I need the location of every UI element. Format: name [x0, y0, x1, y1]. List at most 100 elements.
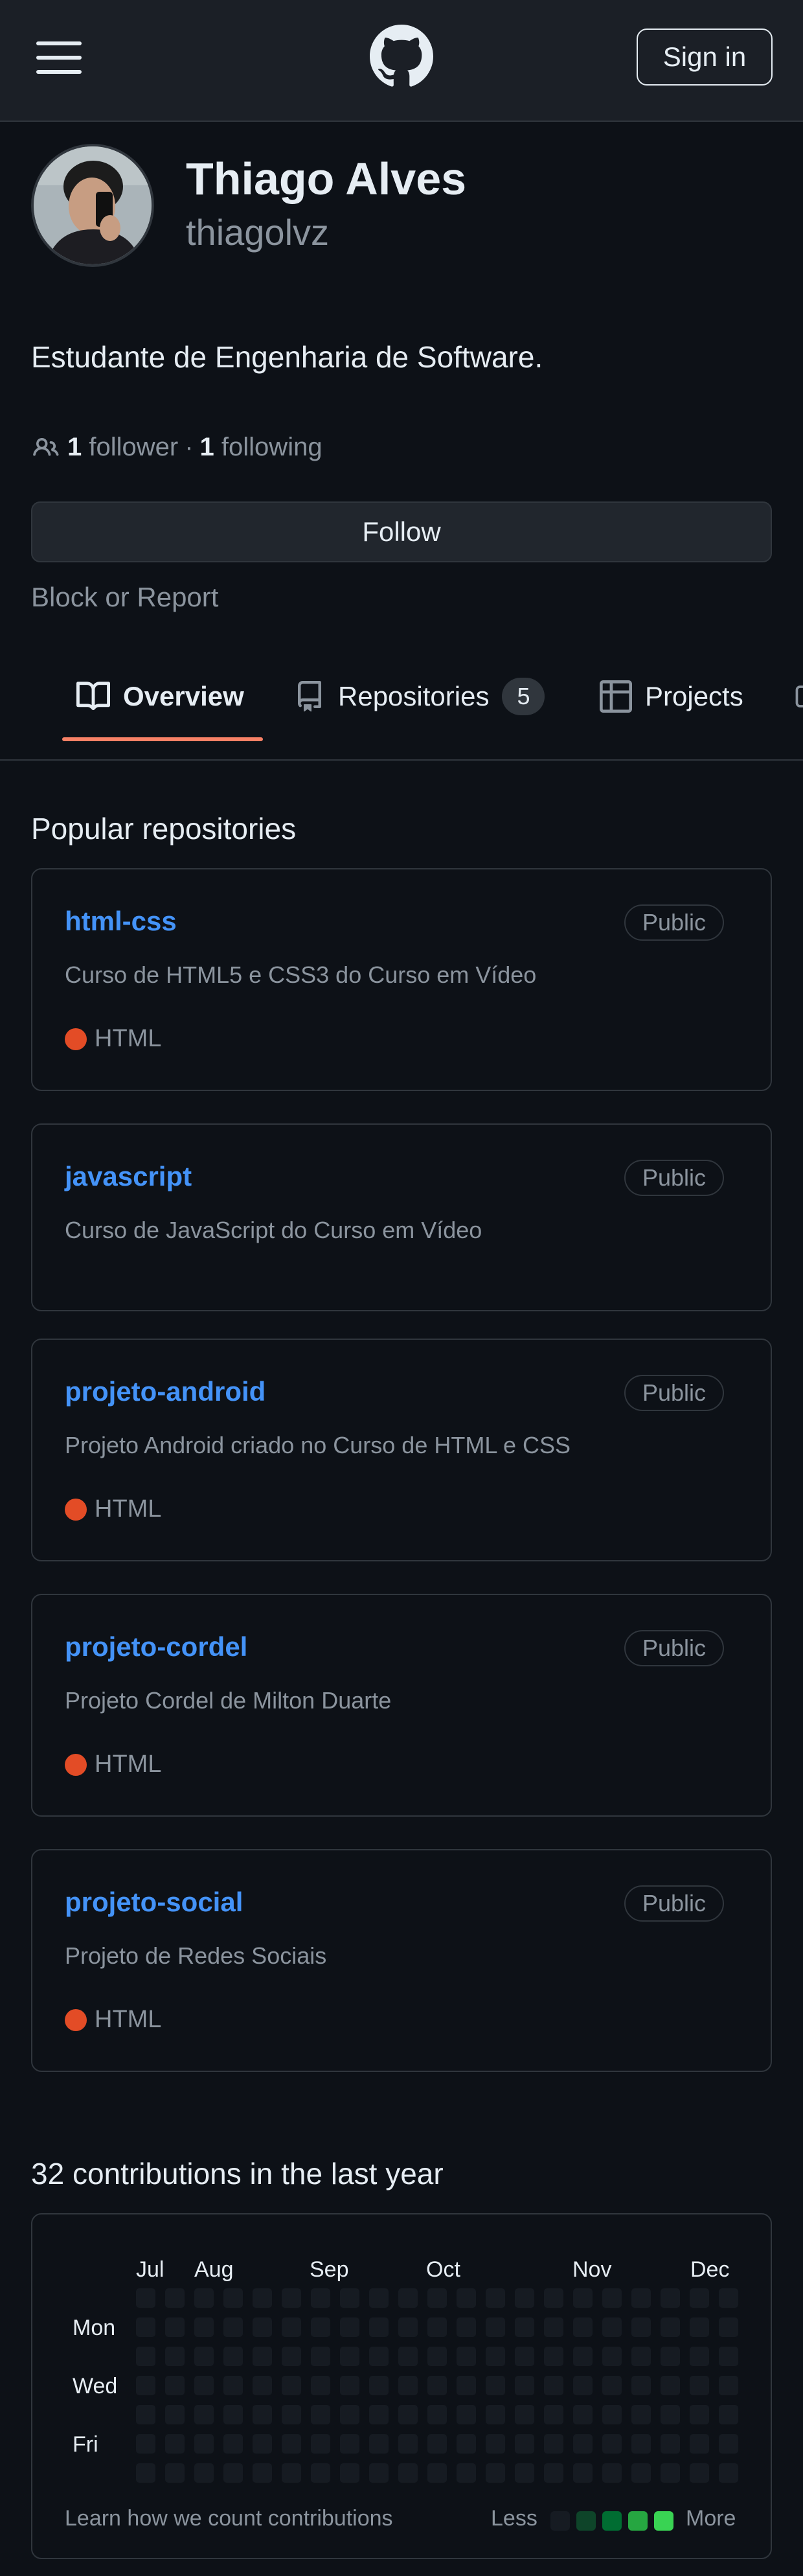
contribution-cell[interactable] [544, 2288, 563, 2308]
contribution-cell[interactable] [311, 2405, 330, 2424]
contribution-cell[interactable] [602, 2347, 622, 2366]
contribution-cell[interactable] [515, 2347, 534, 2366]
contribution-cell[interactable] [194, 2405, 214, 2424]
contribution-cell[interactable] [457, 2405, 476, 2424]
contribution-cell[interactable] [427, 2288, 447, 2308]
followers-link[interactable]: 1 follower [67, 433, 178, 462]
contribution-cell[interactable] [369, 2434, 389, 2454]
contribution-cell[interactable] [282, 2376, 301, 2395]
contribution-cell[interactable] [690, 2347, 709, 2366]
contribution-cell[interactable] [486, 2288, 505, 2308]
contribution-cell[interactable] [486, 2317, 505, 2337]
contribution-cell[interactable] [457, 2288, 476, 2308]
contribution-cell[interactable] [311, 2434, 330, 2454]
contribution-cell[interactable] [544, 2434, 563, 2454]
contribution-cell[interactable] [194, 2347, 214, 2366]
contribution-cell[interactable] [544, 2405, 563, 2424]
contribution-cell[interactable] [136, 2463, 155, 2483]
contribution-cell[interactable] [486, 2434, 505, 2454]
contribution-cell[interactable] [573, 2463, 593, 2483]
contribution-cell[interactable] [515, 2405, 534, 2424]
contribution-cell[interactable] [427, 2463, 447, 2483]
contribution-cell[interactable] [369, 2405, 389, 2424]
contribution-cell[interactable] [398, 2288, 418, 2308]
contribution-cell[interactable] [194, 2288, 214, 2308]
contribution-cell[interactable] [194, 2434, 214, 2454]
contribution-cell[interactable] [369, 2463, 389, 2483]
contribution-cell[interactable] [136, 2405, 155, 2424]
contribution-cell[interactable] [544, 2376, 563, 2395]
contribution-cell[interactable] [253, 2434, 272, 2454]
contribution-cell[interactable] [194, 2317, 214, 2337]
block-or-report-link[interactable]: Block or Report [31, 582, 218, 613]
contribution-cell[interactable] [253, 2463, 272, 2483]
contribution-cell[interactable] [719, 2347, 738, 2366]
contribution-cell[interactable] [544, 2347, 563, 2366]
contribution-cell[interactable] [340, 2405, 359, 2424]
contribution-cell[interactable] [515, 2434, 534, 2454]
contribution-cell[interactable] [631, 2405, 651, 2424]
contribution-cell[interactable] [282, 2434, 301, 2454]
repo-link[interactable]: projeto-cordel [65, 1631, 247, 1662]
github-logo-icon[interactable] [370, 25, 433, 88]
tab-more[interactable] [795, 674, 803, 719]
contribution-cell[interactable] [486, 2376, 505, 2395]
contribution-cell[interactable] [165, 2347, 185, 2366]
contribution-cell[interactable] [194, 2376, 214, 2395]
contribution-cell[interactable] [194, 2463, 214, 2483]
contribution-cell[interactable] [515, 2288, 534, 2308]
contribution-cell[interactable] [486, 2347, 505, 2366]
contribution-cell[interactable] [602, 2317, 622, 2337]
avatar[interactable] [31, 144, 154, 267]
contribution-cell[interactable] [311, 2347, 330, 2366]
contribution-cell[interactable] [515, 2317, 534, 2337]
contribution-cell[interactable] [223, 2376, 243, 2395]
contribution-cell[interactable] [690, 2405, 709, 2424]
contribution-cell[interactable] [340, 2317, 359, 2337]
contribution-cell[interactable] [573, 2288, 593, 2308]
contribution-cell[interactable] [369, 2317, 389, 2337]
contribution-cell[interactable] [602, 2376, 622, 2395]
contribution-cell[interactable] [573, 2317, 593, 2337]
contribution-cell[interactable] [427, 2434, 447, 2454]
contribution-cell[interactable] [398, 2434, 418, 2454]
contribution-cell[interactable] [719, 2405, 738, 2424]
contribution-cell[interactable] [573, 2434, 593, 2454]
contribution-cell[interactable] [340, 2288, 359, 2308]
contribution-cell[interactable] [223, 2405, 243, 2424]
contribution-cell[interactable] [253, 2317, 272, 2337]
contribution-cell[interactable] [573, 2376, 593, 2395]
contribution-cell[interactable] [398, 2347, 418, 2366]
tab-repositories[interactable]: Repositories 5 [294, 674, 545, 719]
contribution-cell[interactable] [690, 2463, 709, 2483]
contribution-cell[interactable] [573, 2405, 593, 2424]
contribution-cell[interactable] [223, 2288, 243, 2308]
contribution-cell[interactable] [661, 2376, 680, 2395]
contribution-cell[interactable] [311, 2317, 330, 2337]
contribution-cell[interactable] [136, 2376, 155, 2395]
contribution-cell[interactable] [515, 2376, 534, 2395]
contribution-cell[interactable] [165, 2434, 185, 2454]
menu-icon[interactable] [36, 41, 82, 74]
repo-link[interactable]: projeto-social [65, 1887, 243, 1918]
contribution-cell[interactable] [311, 2463, 330, 2483]
contribution-cell[interactable] [661, 2463, 680, 2483]
contribution-cell[interactable] [690, 2288, 709, 2308]
contribution-cell[interactable] [602, 2463, 622, 2483]
contribution-cell[interactable] [427, 2376, 447, 2395]
contribution-cell[interactable] [631, 2434, 651, 2454]
contribution-cell[interactable] [311, 2376, 330, 2395]
contribution-cell[interactable] [165, 2317, 185, 2337]
contribution-cell[interactable] [282, 2347, 301, 2366]
contribution-cell[interactable] [165, 2463, 185, 2483]
contribution-cell[interactable] [631, 2317, 651, 2337]
contribution-cell[interactable] [631, 2288, 651, 2308]
contribution-cell[interactable] [398, 2317, 418, 2337]
contribution-cell[interactable] [457, 2347, 476, 2366]
tab-projects[interactable]: Projects [600, 674, 743, 719]
contribution-cell[interactable] [398, 2405, 418, 2424]
contribution-cell[interactable] [253, 2376, 272, 2395]
contribution-cell[interactable] [690, 2317, 709, 2337]
contribution-cell[interactable] [253, 2288, 272, 2308]
contribution-cell[interactable] [719, 2376, 738, 2395]
